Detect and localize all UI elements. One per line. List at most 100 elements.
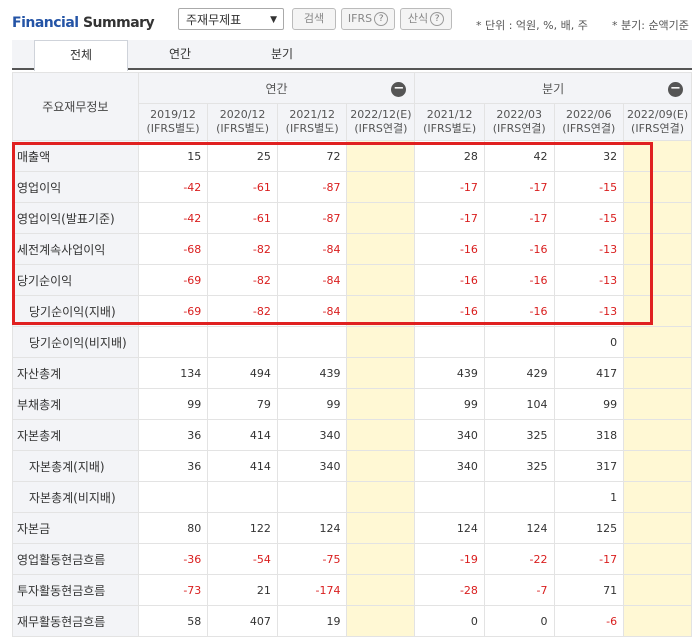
- table-cell: [346, 295, 416, 327]
- table-cell: -36: [137, 543, 209, 575]
- table-cell: 1: [553, 481, 625, 513]
- search-button[interactable]: 검색: [292, 8, 336, 30]
- table-cell: 72: [276, 140, 348, 172]
- table-cell: 99: [414, 388, 485, 420]
- table-cell: 414: [207, 419, 278, 451]
- collapse-icon[interactable]: −: [391, 82, 407, 97]
- table-cell: 340: [276, 450, 348, 482]
- table-cell: -28: [414, 574, 485, 606]
- quarter-group-header: 분기 −: [414, 72, 692, 104]
- table-cell: -82: [207, 295, 278, 327]
- collapse-icon[interactable]: −: [668, 82, 683, 97]
- table-cell: [623, 481, 692, 513]
- table-cell: [623, 233, 692, 265]
- table-cell: [346, 264, 416, 296]
- table-cell: -61: [207, 202, 278, 234]
- table-cell: 71: [553, 574, 625, 606]
- table-cell: 125: [553, 512, 625, 544]
- table-cell: 79: [207, 388, 278, 420]
- table-cell: -16: [414, 233, 485, 265]
- column-header: 2022/03 (IFRS연결): [483, 103, 555, 141]
- chevron-down-icon: ▼: [270, 15, 277, 25]
- table-cell: 439: [276, 357, 348, 389]
- table-cell: [346, 388, 416, 420]
- tab-quarter[interactable]: 분기: [236, 40, 328, 68]
- row-label: 자본총계(비지배): [12, 481, 139, 513]
- table-cell: 104: [483, 388, 555, 420]
- table-cell: 124: [414, 512, 485, 544]
- table-row: 매출액 15 25 72 28 42 32: [12, 140, 692, 172]
- table-row: 영업활동현금흐름 -36 -54 -75 -19 -22 -17: [12, 543, 692, 575]
- table-cell: -82: [207, 233, 278, 265]
- table-cell: -87: [276, 202, 348, 234]
- table-cell: [207, 326, 278, 358]
- table-cell: -13: [553, 295, 625, 327]
- table-cell: [346, 202, 416, 234]
- table-cell: 429: [483, 357, 555, 389]
- table-cell: 15: [137, 140, 209, 172]
- table-cell: 414: [207, 450, 278, 482]
- table-cell: 134: [137, 357, 209, 389]
- formula-button[interactable]: 산식?: [400, 8, 452, 30]
- table-cell: [137, 326, 209, 358]
- table-row: 자본총계 36 414 340 340 325 318: [12, 419, 692, 451]
- table-cell: 124: [276, 512, 348, 544]
- table-cell: 317: [553, 450, 625, 482]
- table-cell: [623, 512, 692, 544]
- corner-label: 주요재무정보: [12, 72, 139, 141]
- row-label: 자본금: [12, 512, 139, 544]
- table-cell: [623, 543, 692, 575]
- tab-all[interactable]: 전체: [34, 40, 128, 71]
- table-cell: -84: [276, 295, 348, 327]
- unit-note: * 단위 : 억원, %, 배, 주: [476, 19, 588, 32]
- table-row: 세전계속사업이익 -68 -82 -84 -16 -16 -13: [12, 233, 692, 265]
- table-cell: -69: [137, 295, 209, 327]
- table-cell: [346, 233, 416, 265]
- column-header: 2021/12 (IFRS별도): [414, 103, 485, 141]
- row-label: 영업활동현금흐름: [12, 543, 139, 575]
- tab-annual[interactable]: 연간: [134, 40, 226, 68]
- table-cell: -17: [414, 202, 485, 234]
- table-cell: -75: [276, 543, 348, 575]
- column-header: 2020/12 (IFRS별도): [207, 103, 278, 141]
- toolbar: Financial Summary 주재무제표 ▼ 검색 IFRS? 산식? *…: [0, 0, 692, 40]
- table-row: 투자활동현금흐름 -73 21 -174 -28 -7 71: [12, 574, 692, 606]
- table-cell: [623, 574, 692, 606]
- table-cell: -17: [483, 202, 555, 234]
- row-label: 매출액: [12, 140, 139, 172]
- table-cell: -7: [483, 574, 555, 606]
- table-cell: -15: [553, 202, 625, 234]
- table-cell: 32: [553, 140, 625, 172]
- table-cell: -87: [276, 171, 348, 203]
- table-cell: [623, 357, 692, 389]
- table-cell: -22: [483, 543, 555, 575]
- table-row: 영업이익(발표기준) -42 -61 -87 -17 -17 -15: [12, 202, 692, 234]
- table-cell: [346, 171, 416, 203]
- table-row: 자본총계(비지배) 1: [12, 481, 692, 513]
- statement-type-select[interactable]: 주재무제표 ▼: [178, 8, 284, 30]
- table-cell: 325: [483, 419, 555, 451]
- help-icon: ?: [430, 12, 445, 26]
- table-cell: 25: [207, 140, 278, 172]
- table-row: 당기순이익(비지배) 0: [12, 326, 692, 358]
- table-cell: [346, 543, 416, 575]
- table-cell: 439: [414, 357, 485, 389]
- table-cell: [207, 481, 278, 513]
- table-cell: 340: [414, 450, 485, 482]
- row-label: 영업이익: [12, 171, 139, 203]
- column-header: 2022/06 (IFRS연결): [553, 103, 625, 141]
- table-cell: 325: [483, 450, 555, 482]
- ifrs-button[interactable]: IFRS?: [341, 8, 395, 30]
- table-cell: [346, 481, 416, 513]
- table-row: 부채총계 99 79 99 99 104 99: [12, 388, 692, 420]
- column-header: 2022/09(E) (IFRS연결): [623, 103, 692, 141]
- table-cell: -68: [137, 233, 209, 265]
- table-cell: 42: [483, 140, 555, 172]
- table-cell: -84: [276, 233, 348, 265]
- table-cell: -61: [207, 171, 278, 203]
- table-cell: -73: [137, 574, 209, 606]
- table-cell: [623, 171, 692, 203]
- row-label: 자산총계: [12, 357, 139, 389]
- table-cell: -54: [207, 543, 278, 575]
- table-cell: -69: [137, 264, 209, 296]
